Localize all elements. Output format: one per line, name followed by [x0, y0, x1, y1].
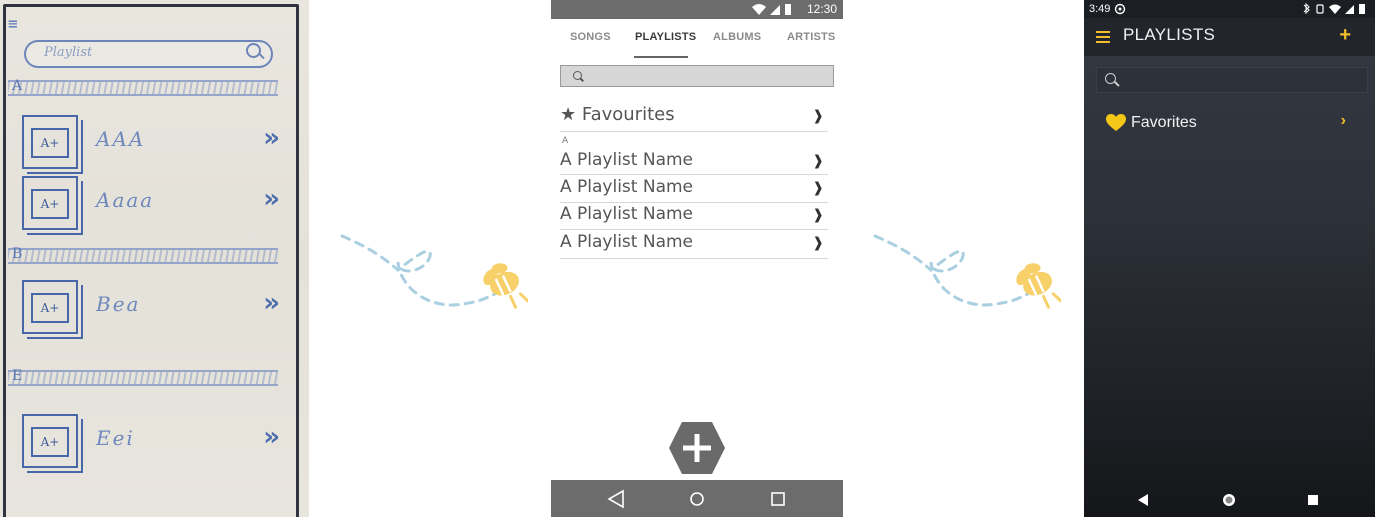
back-icon[interactable] [607, 489, 624, 509]
signal-icon [770, 5, 780, 15]
sketch-list-item: A+ Eei » [22, 414, 282, 470]
sketch-item-name: AAA [96, 127, 146, 151]
wifi-icon [1329, 4, 1341, 14]
bee-icon [483, 263, 528, 309]
sketch-menu-icon: ≡ [8, 14, 18, 33]
nav-bar [551, 480, 843, 517]
playlist-name: A Playlist Name [560, 150, 694, 170]
sketch-search-placeholder: Playlist [44, 45, 93, 60]
sketch-list-item: A+ Aaaa » [22, 176, 282, 232]
chevron-right-icon: ❱ [812, 108, 824, 124]
nav-bar [1084, 482, 1375, 517]
sketch-item-name: Eei [96, 426, 135, 450]
sketch-section-divider [8, 80, 278, 96]
app-bar: PLAYLISTS + [1084, 18, 1375, 56]
playlist-row[interactable]: A Playlist Name ❱ [560, 231, 828, 259]
chevron-right-icon: ❱ [812, 180, 824, 196]
back-icon[interactable] [1138, 494, 1148, 506]
sketch-arrow-icon: » [263, 184, 280, 214]
chevron-right-icon: ❱ [812, 153, 824, 169]
sketch-arrow-icon: » [263, 288, 280, 318]
tab-artists[interactable]: ARTISTS [787, 31, 835, 43]
recents-icon[interactable] [1308, 495, 1318, 505]
hamburger-menu-icon[interactable] [1096, 31, 1110, 46]
tab-playlists[interactable]: PLAYLISTS [635, 31, 696, 43]
search-input[interactable] [560, 65, 834, 87]
status-icons [752, 4, 791, 15]
sketch-item-name: Aaaa [96, 188, 155, 212]
vibrate-icon [1316, 4, 1324, 14]
bee-trail-decoration [873, 234, 1061, 309]
playlist-name: A Playlist Name [560, 177, 694, 197]
playlist-name: A Playlist Name [560, 232, 694, 252]
battery-icon [1359, 4, 1365, 14]
sketch-arrow-icon: » [263, 422, 280, 452]
sketch-section-letter: E [12, 368, 23, 384]
sketch-list-item: A+ AAA » [22, 115, 282, 171]
sketch-section-letter: B [12, 246, 23, 262]
sketch-section-letter: A [12, 78, 23, 94]
status-time: 12:30 [806, 2, 837, 16]
sketch-list-item: A+ Bea » [22, 280, 282, 336]
playlist-row[interactable]: A Playlist Name ❱ [560, 149, 828, 175]
playlist-row[interactable]: A Playlist Name ❱ [560, 204, 828, 230]
home-icon[interactable] [690, 492, 704, 506]
chevron-right-icon: ❱ [812, 207, 824, 223]
search-icon [573, 71, 582, 80]
battery-icon [785, 4, 791, 15]
sketch-thumbnail: A+ [22, 414, 78, 468]
bee-trail-decoration [340, 234, 528, 309]
sketch-thumbnail: A+ [22, 115, 78, 169]
sketch-section-divider [8, 248, 278, 264]
sketch-item-name: Bea [96, 292, 141, 316]
yellow-heart-icon [1106, 114, 1126, 131]
search-icon [1105, 73, 1116, 84]
sketch-search-bar: Playlist [24, 40, 273, 68]
status-bar: 12:30 [551, 0, 843, 19]
favourites-row[interactable]: ★ Favourites ❱ [560, 104, 828, 132]
search-input[interactable] [1096, 67, 1368, 93]
dark-app-phone: 3:49 PLAYLISTS + Favorites › [1084, 0, 1375, 517]
tab-songs[interactable]: SONGS [570, 31, 611, 43]
sketch-arrow-icon: » [263, 123, 280, 153]
section-letter: A [562, 136, 569, 146]
tab-albums[interactable]: ALBUMS [713, 31, 761, 43]
paper-sketch-panel: ≡ Playlist A A+ AAA » A+ Aaaa » B A+ Bea… [0, 0, 309, 517]
bee-icon [1016, 263, 1061, 309]
recents-icon[interactable] [771, 492, 785, 506]
status-bar: 3:49 [1084, 0, 1375, 18]
status-icons [1303, 3, 1365, 15]
star-icon: ★ [560, 104, 577, 125]
chevron-right-icon: ❱ [812, 235, 824, 251]
favorites-label: Favorites [1131, 114, 1197, 131]
add-playlist-button[interactable]: + [1339, 24, 1351, 47]
favorites-row[interactable]: Favorites › [1106, 112, 1354, 136]
notification-icon [1114, 3, 1126, 15]
page-title: PLAYLISTS [1123, 25, 1216, 44]
sketch-thumbnail: A+ [22, 176, 78, 230]
tab-bar: SONGS PLAYLISTS ALBUMS ARTISTS [551, 19, 843, 59]
signal-icon [1345, 5, 1354, 14]
sketch-thumbnail: A+ [22, 280, 78, 334]
favourites-label: Favourites [581, 104, 675, 125]
sketch-search-icon [246, 43, 261, 58]
playlist-name: A Playlist Name [560, 204, 694, 224]
active-tab-indicator [634, 56, 688, 58]
sketch-section-divider [8, 370, 278, 386]
bluetooth-icon [1303, 3, 1310, 15]
status-time: 3:49 [1089, 3, 1111, 15]
playlist-row[interactable]: A Playlist Name ❱ [560, 176, 828, 203]
chevron-right-icon: › [1340, 112, 1346, 129]
wireframe-phone: 12:30 SONGS PLAYLISTS ALBUMS ARTISTS ★ F… [551, 0, 843, 517]
add-playlist-button[interactable] [668, 421, 726, 475]
wifi-icon [752, 4, 766, 15]
